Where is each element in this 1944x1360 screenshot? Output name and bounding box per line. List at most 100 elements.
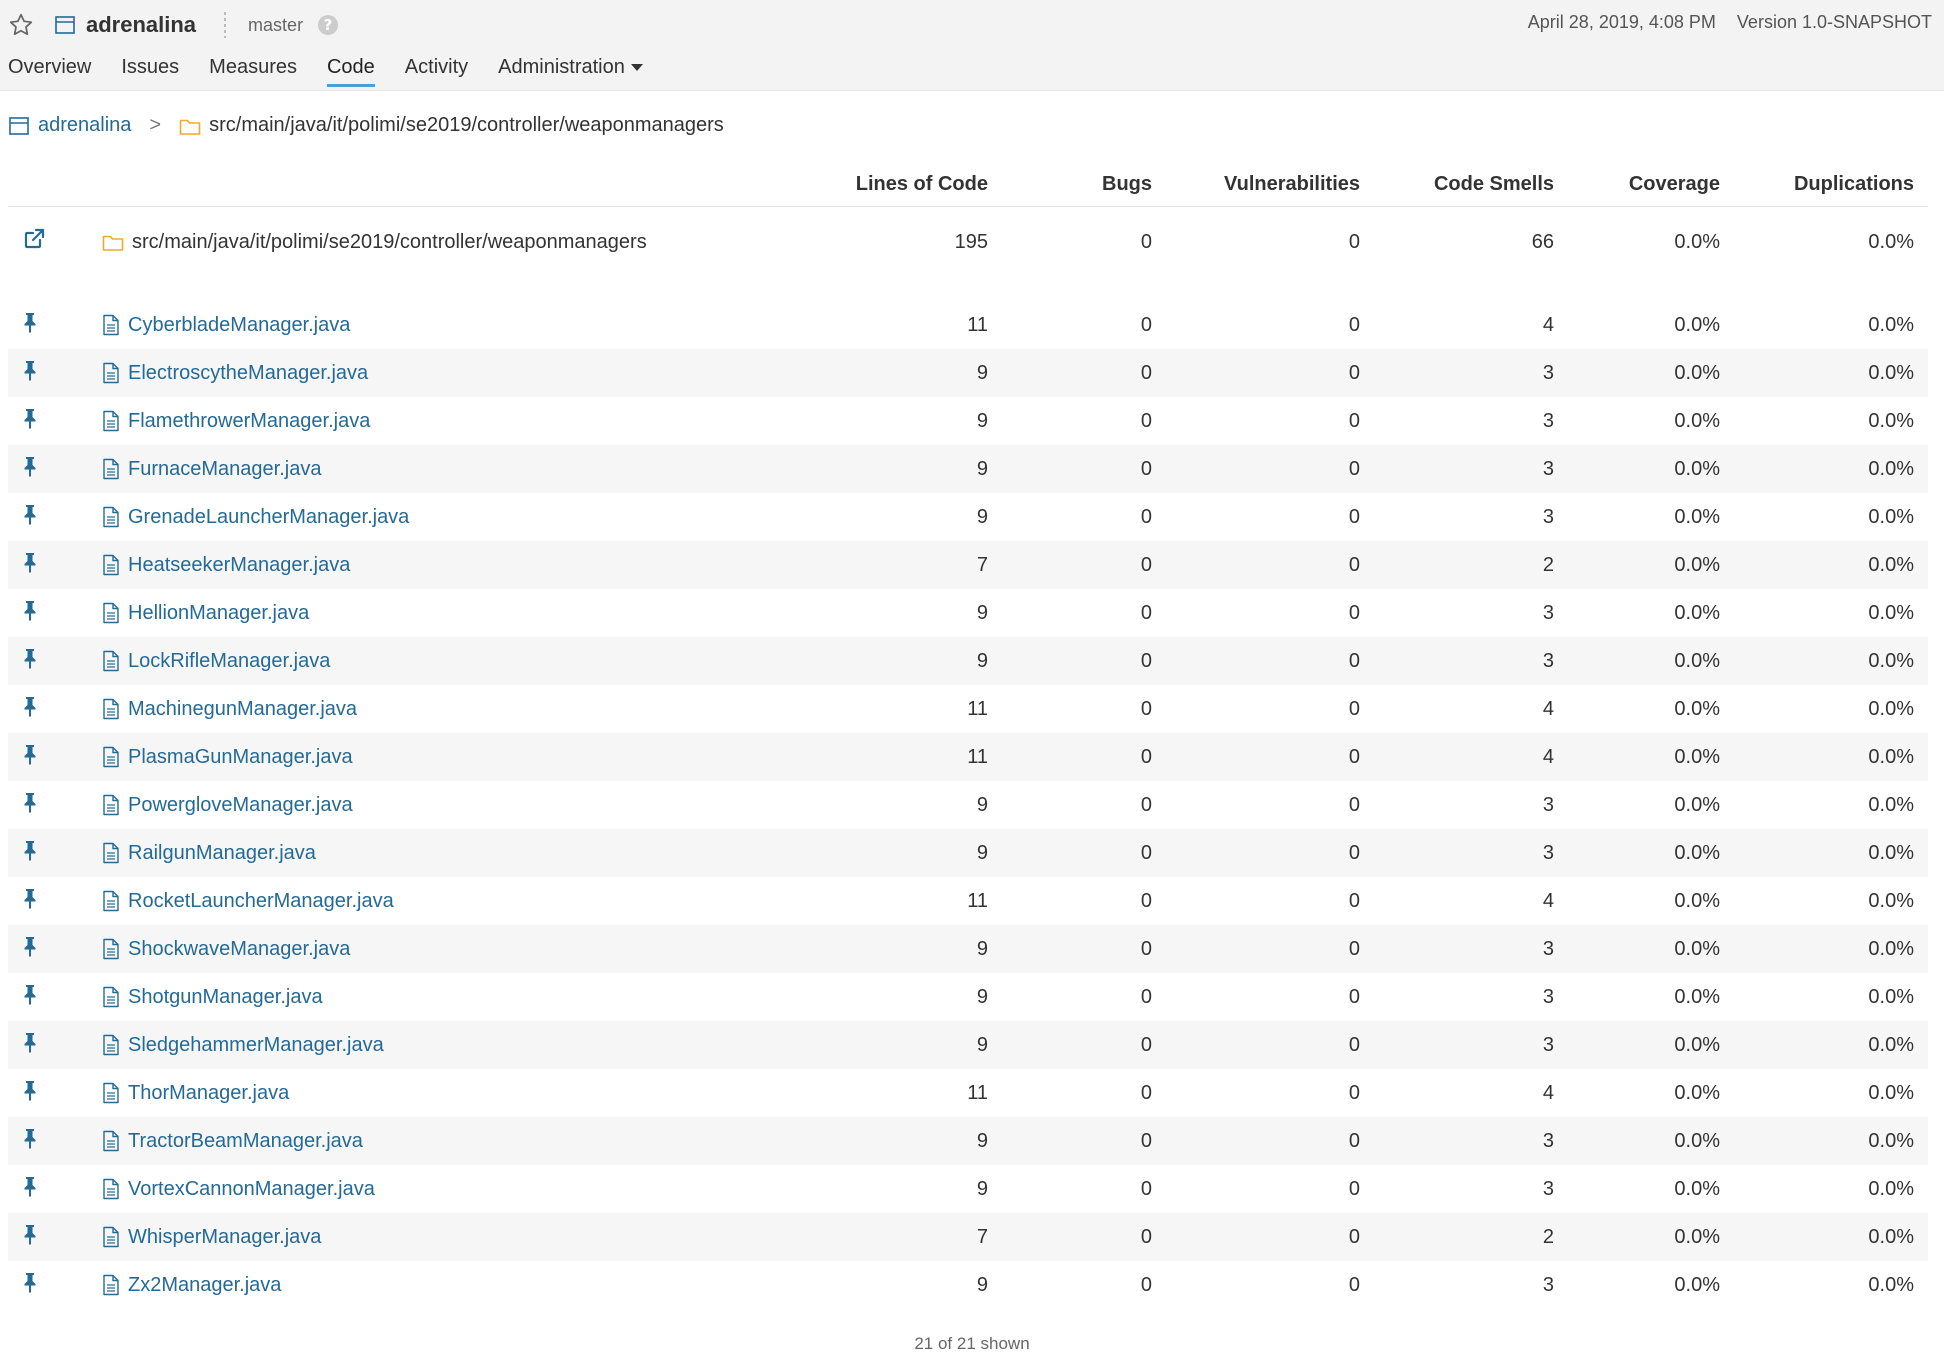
file-bugs: 0 — [1002, 925, 1166, 973]
pin-cell[interactable] — [8, 349, 102, 397]
file-vulnerabilities: 0 — [1166, 829, 1374, 877]
file-link[interactable]: MachinegunManager.java — [128, 698, 357, 721]
project-name[interactable]: adrenalina — [86, 12, 196, 38]
file-link[interactable]: HellionManager.java — [128, 602, 309, 625]
pin-cell[interactable] — [8, 685, 102, 733]
tab-overview[interactable]: Overview — [8, 56, 91, 87]
file-link[interactable]: ThorManager.java — [128, 1082, 289, 1105]
file-link[interactable]: PowergloveManager.java — [128, 794, 353, 817]
file-name-cell: RailgunManager.java — [102, 829, 838, 877]
tab-issues[interactable]: Issues — [121, 56, 179, 87]
file-link[interactable]: ShockwaveManager.java — [128, 938, 350, 961]
pin-cell[interactable] — [8, 1165, 102, 1213]
pin-cell[interactable] — [8, 301, 102, 349]
pin-cell[interactable] — [8, 781, 102, 829]
file-code-smells: 2 — [1374, 541, 1568, 589]
pin-icon — [24, 553, 36, 573]
file-duplications: 0.0% — [1868, 1273, 1914, 1296]
file-vulnerabilities: 0 — [1166, 733, 1374, 781]
file-link[interactable]: GrenadeLauncherManager.java — [128, 506, 409, 529]
file-loc: 9 — [838, 445, 1002, 493]
file-code-smells: 3 — [1542, 985, 1554, 1008]
header-bugs: Bugs — [1002, 162, 1166, 207]
pin-icon — [24, 985, 36, 1005]
file-link[interactable]: TractorBeamManager.java — [128, 1130, 363, 1153]
tab-measures[interactable]: Measures — [209, 56, 297, 87]
pin-cell[interactable] — [8, 397, 102, 445]
file-name-cell: FlamethrowerManager.java — [102, 397, 838, 445]
pin-icon — [24, 1273, 36, 1293]
table-row: LockRifleManager.java 9 0 0 3 0.0% 0.0% — [8, 637, 1928, 685]
file-link[interactable]: WhisperManager.java — [128, 1226, 321, 1249]
pin-cell[interactable] — [8, 589, 102, 637]
root-bugs: 0 — [1140, 230, 1152, 253]
file-coverage: 0.0% — [1568, 1117, 1734, 1165]
file-link[interactable]: ShotgunManager.java — [128, 986, 323, 1009]
file-entry: RocketLauncherManager.java — [102, 890, 838, 913]
star-icon[interactable] — [8, 12, 34, 38]
pin-cell[interactable] — [8, 445, 102, 493]
file-loc: 9 — [838, 829, 1002, 877]
file-link[interactable]: CyberbladeManager.java — [128, 314, 350, 337]
tab-administration[interactable]: Administration — [498, 56, 643, 87]
file-entry: RailgunManager.java — [102, 842, 838, 865]
tab-code[interactable]: Code — [326, 56, 375, 87]
file-code-smells: 3 — [1542, 601, 1554, 624]
breadcrumb-project-link[interactable]: adrenalina — [38, 114, 131, 137]
file-vulnerabilities: 0 — [1348, 505, 1360, 528]
file-icon — [103, 1130, 119, 1152]
file-duplications: 0.0% — [1734, 1213, 1928, 1261]
file-duplications: 0.0% — [1868, 697, 1914, 720]
file-icon — [103, 1034, 119, 1056]
help-icon[interactable]: ? — [317, 14, 339, 36]
spacer-cell — [8, 277, 1928, 301]
pin-cell[interactable] — [8, 733, 102, 781]
pin-cell[interactable] — [8, 1261, 102, 1309]
file-duplications: 0.0% — [1868, 601, 1914, 624]
pin-cell[interactable] — [8, 493, 102, 541]
file-vulnerabilities: 0 — [1348, 313, 1360, 336]
file-link[interactable]: FurnaceManager.java — [128, 458, 321, 481]
header-icon — [8, 162, 102, 207]
file-bugs: 0 — [1140, 409, 1152, 432]
file-link[interactable]: LockRifleManager.java — [128, 650, 330, 673]
pin-cell[interactable] — [8, 1021, 102, 1069]
file-name-cell: SledgehammerManager.java — [102, 1021, 838, 1069]
top-navbar: adrenalina master ? April 28, 2019, 4:08… — [0, 0, 1944, 91]
pin-cell[interactable] — [8, 637, 102, 685]
header-name — [102, 162, 838, 207]
file-code-smells: 4 — [1542, 313, 1554, 336]
pin-cell[interactable] — [8, 1213, 102, 1261]
file-name-cell: Zx2Manager.java — [102, 1261, 838, 1309]
file-bugs: 0 — [1140, 1273, 1152, 1296]
caret-down-icon — [630, 64, 643, 72]
external-link-icon[interactable] — [22, 227, 46, 251]
pin-cell[interactable] — [8, 1117, 102, 1165]
file-link[interactable]: VortexCannonManager.java — [128, 1178, 375, 1201]
file-entry: MachinegunManager.java — [102, 698, 838, 721]
pin-cell[interactable] — [8, 1069, 102, 1117]
file-link[interactable]: PlasmaGunManager.java — [128, 746, 353, 769]
file-code-smells: 2 — [1374, 1213, 1568, 1261]
file-link[interactable]: RailgunManager.java — [128, 842, 316, 865]
file-link[interactable]: ElectroscytheManager.java — [128, 362, 368, 385]
file-entry: GrenadeLauncherManager.java — [102, 506, 838, 529]
file-link[interactable]: SledgehammerManager.java — [128, 1034, 384, 1057]
file-link[interactable]: RocketLauncherManager.java — [128, 890, 394, 913]
file-link[interactable]: Zx2Manager.java — [128, 1274, 281, 1297]
pin-cell[interactable] — [8, 925, 102, 973]
file-icon — [103, 410, 119, 432]
file-coverage: 0.0% — [1568, 1021, 1734, 1069]
tab-activity[interactable]: Activity — [405, 56, 468, 87]
pin-icon — [24, 505, 36, 525]
pin-icon — [24, 601, 36, 621]
file-coverage: 0.0% — [1568, 349, 1734, 397]
file-link[interactable]: FlamethrowerManager.java — [128, 410, 370, 433]
pin-cell[interactable] — [8, 877, 102, 925]
file-bugs: 0 — [1140, 793, 1152, 816]
pin-cell[interactable] — [8, 829, 102, 877]
file-entry: ElectroscytheManager.java — [102, 362, 838, 385]
pin-cell[interactable] — [8, 541, 102, 589]
pin-cell[interactable] — [8, 973, 102, 1021]
file-link[interactable]: HeatseekerManager.java — [128, 554, 350, 577]
